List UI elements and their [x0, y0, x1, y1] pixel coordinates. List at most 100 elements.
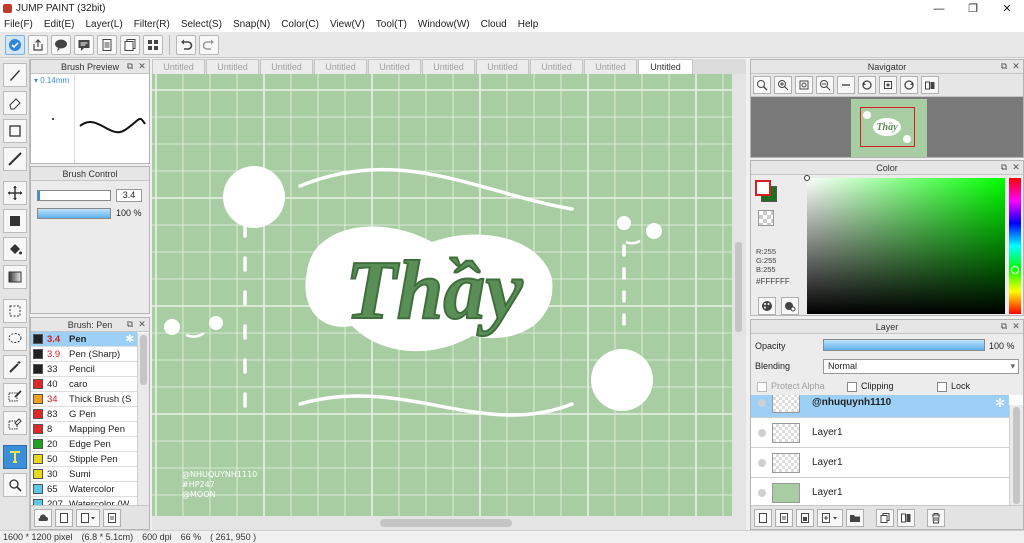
tab-untitled[interactable]: Untitled — [530, 59, 583, 74]
close-icon[interactable]: ✕ — [137, 319, 147, 329]
brush-item[interactable]: 8 Mapping Pen — [31, 422, 137, 437]
clipping-checkbox[interactable]: Clipping — [847, 381, 894, 392]
tool-select-pen[interactable] — [3, 383, 27, 407]
layer-row[interactable]: Layer1 — [751, 448, 1009, 478]
gear-icon[interactable]: ✻ — [995, 396, 1005, 410]
color-settings-button[interactable] — [781, 297, 799, 315]
undo-button[interactable] — [176, 34, 196, 55]
popout-icon[interactable]: ⧉ — [125, 319, 135, 329]
popout-icon[interactable]: ⧉ — [999, 61, 1009, 71]
brush-cloud-button[interactable] — [34, 508, 52, 527]
tool-gradient[interactable] — [3, 265, 27, 289]
document-button[interactable] — [97, 34, 117, 55]
popout-icon[interactable]: ⧉ — [999, 162, 1009, 172]
tab-untitled[interactable]: Untitled — [206, 59, 259, 74]
menu-select[interactable]: Select(S) — [181, 19, 222, 30]
minimize-button[interactable]: — — [922, 0, 956, 17]
visibility-icon[interactable] — [758, 488, 766, 497]
pages-button[interactable] — [120, 34, 140, 55]
brush-item[interactable]: 30 Sumi — [31, 467, 137, 482]
tool-select-rect[interactable] — [3, 299, 27, 323]
lock-checkbox[interactable]: Lock — [937, 381, 970, 392]
main-color-swatch[interactable] — [755, 180, 771, 196]
flip-button[interactable] — [921, 76, 939, 94]
visibility-icon[interactable] — [758, 428, 766, 437]
menu-file[interactable]: File(F) — [4, 19, 33, 30]
tool-magic-wand[interactable] — [3, 355, 27, 379]
visibility-icon[interactable] — [758, 458, 766, 467]
halftone-layer-button[interactable] — [796, 508, 814, 527]
brush-item[interactable]: 34 Thick Brush (S — [31, 392, 137, 407]
tool-fill-square[interactable] — [3, 209, 27, 233]
delete-layer-button[interactable] — [927, 508, 945, 527]
new-folder-button[interactable] — [846, 508, 864, 527]
tool-bucket[interactable] — [3, 237, 27, 261]
brush-opacity-slider[interactable] — [37, 208, 111, 219]
visibility-icon[interactable] — [758, 398, 766, 407]
menu-filter[interactable]: Filter(R) — [134, 19, 170, 30]
popout-icon[interactable]: ⧉ — [999, 321, 1009, 331]
menu-help[interactable]: Help — [518, 19, 539, 30]
hue-slider[interactable] — [1009, 178, 1021, 314]
layer-row[interactable]: Layer1 — [751, 478, 1009, 505]
protect-alpha-checkbox[interactable]: Protect Alpha — [757, 381, 825, 392]
menu-color[interactable]: Color(C) — [281, 19, 319, 30]
zoom-in-button[interactable] — [774, 76, 792, 94]
drawing-canvas[interactable]: Thầy @NHUQUYNH1110 #HP247 @MOON — [152, 74, 732, 516]
layer-row[interactable]: @nhuquynh1110 ✻ — [751, 395, 1009, 418]
brush-item[interactable]: 65 Watercolor — [31, 482, 137, 497]
tool-eraser[interactable] — [3, 91, 27, 115]
blending-select[interactable]: Normal ▾ — [823, 359, 1019, 374]
tool-pen[interactable] — [3, 63, 27, 87]
brush-item[interactable]: 3.4 Pen ✻ — [31, 332, 137, 347]
brush-size-value[interactable]: 3.4 — [116, 189, 142, 202]
saturation-value-picker[interactable] — [804, 175, 1005, 314]
rotate-left-button[interactable] — [858, 76, 876, 94]
tool-rectangle[interactable] — [3, 119, 27, 143]
close-icon[interactable]: ✕ — [1011, 321, 1021, 331]
brush-item[interactable]: 40 caro — [31, 377, 137, 392]
tool-lasso[interactable] — [3, 327, 27, 351]
zoom-out-button[interactable] — [816, 76, 834, 94]
canvas-vscroll-thumb[interactable] — [735, 242, 742, 332]
transparent-color-swatch[interactable] — [758, 210, 774, 226]
gear-icon[interactable]: ✻ — [126, 334, 134, 345]
duplicate-layer-button[interactable] — [775, 508, 793, 527]
merge-layer-button[interactable] — [897, 508, 915, 527]
cloud-check-button[interactable] — [5, 34, 25, 55]
brush-settings-button[interactable] — [103, 508, 121, 527]
close-button[interactable]: ✕ — [990, 0, 1024, 17]
new-brush-button[interactable] — [55, 508, 73, 527]
layer-scroll-thumb[interactable] — [1013, 407, 1020, 504]
export-button[interactable] — [28, 34, 48, 55]
copy-layer-button[interactable] — [876, 508, 894, 527]
add-layer-menu-button[interactable] — [817, 508, 843, 527]
close-icon[interactable]: ✕ — [137, 61, 147, 71]
layer-opacity-slider[interactable] — [823, 339, 985, 351]
brush-list-scrollbar[interactable] — [137, 333, 149, 506]
menu-view[interactable]: View(V) — [330, 19, 365, 30]
message-button[interactable] — [74, 34, 94, 55]
menu-tool[interactable]: Tool(T) — [376, 19, 407, 30]
menu-layer[interactable]: Layer(L) — [85, 19, 122, 30]
menu-cloud[interactable]: Cloud — [481, 19, 507, 30]
tool-hand[interactable] — [3, 473, 27, 497]
zoom-fit-button[interactable] — [753, 76, 771, 94]
tab-untitled[interactable]: Untitled — [422, 59, 475, 74]
tool-move[interactable] — [3, 181, 27, 205]
color-palette-button[interactable] — [758, 297, 776, 315]
brush-size-slider[interactable] — [37, 190, 111, 201]
tab-untitled[interactable]: Untitled — [152, 59, 205, 74]
zoom-reset-button[interactable] — [837, 76, 855, 94]
tab-untitled[interactable]: Untitled — [584, 59, 637, 74]
navigator-viewport-rect[interactable] — [860, 107, 915, 147]
navigator-thumbnail[interactable]: Thầy — [851, 99, 927, 157]
tool-text[interactable] — [3, 445, 27, 469]
menu-window[interactable]: Window(W) — [418, 19, 470, 30]
menu-snap[interactable]: Snap(N) — [233, 19, 270, 30]
tab-untitled[interactable]: Untitled — [368, 59, 421, 74]
layer-list-scrollbar[interactable] — [1009, 405, 1023, 506]
canvas-horizontal-scrollbar[interactable] — [152, 516, 746, 530]
tool-line[interactable] — [3, 147, 27, 171]
redo-button[interactable] — [199, 34, 219, 55]
